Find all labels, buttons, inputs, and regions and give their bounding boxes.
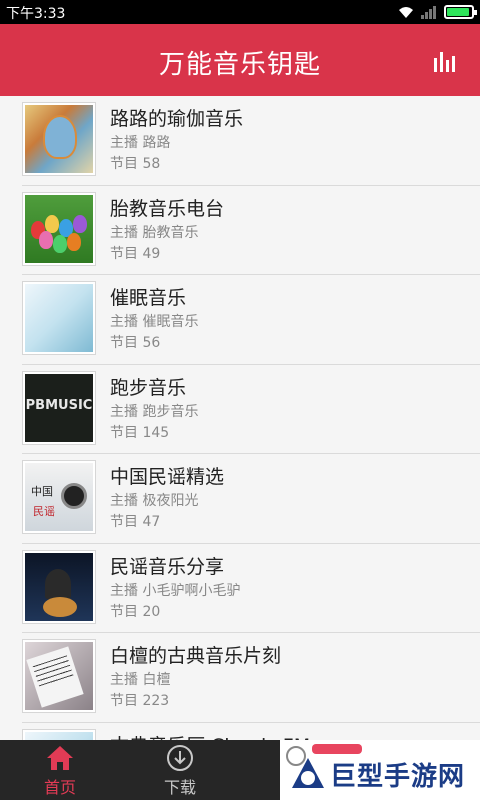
signal-icon	[421, 6, 436, 19]
station-title: 民谣音乐分享	[110, 555, 225, 578]
station-host: 主播 白檀	[110, 672, 171, 688]
station-cover	[22, 549, 96, 624]
classic-art-image	[25, 731, 93, 740]
station-title: 路路的瑜伽音乐	[110, 108, 244, 130]
station-title: 古典音乐厅 Classic FM	[110, 731, 310, 741]
station-count: 节目 20	[110, 603, 161, 620]
station-cover	[22, 639, 96, 713]
status-bar: 下午3:33	[0, 0, 480, 24]
thumb-text-china: 中国	[31, 485, 53, 498]
watermark-text: 巨型手游网	[330, 762, 466, 792]
station-count: 节目 47	[110, 514, 161, 530]
station-cover	[22, 102, 96, 176]
station-row[interactable]: PBMUSIC 跑步音乐 主播 跑步音乐 节目 145	[22, 365, 480, 454]
easter-eggs-image	[25, 194, 93, 263]
equalizer-icon[interactable]	[432, 50, 456, 72]
home-icon	[47, 746, 73, 770]
station-title: 跑步音乐	[110, 376, 187, 399]
station-host: 主播 跑步音乐	[110, 403, 199, 420]
frost-art-image	[25, 284, 93, 352]
station-row[interactable]: 中国 民谣 中国民谣精选 主播 极夜阳光 节目 47	[22, 454, 480, 544]
station-count: 节目 145	[110, 424, 170, 441]
guitarist-image	[25, 552, 93, 621]
station-host: 主播 催眠音乐	[110, 314, 199, 330]
thumb-text-folk: 民谣	[33, 505, 55, 518]
station-host: 主播 极夜阳光	[110, 493, 199, 509]
watermark-overlay: 巨型手游网	[280, 740, 480, 800]
station-row[interactable]: 催眠音乐 主播 催眠音乐 节目 56	[22, 275, 480, 365]
station-title: 胎教音乐电台	[110, 197, 225, 220]
download-icon	[167, 745, 193, 771]
station-cover	[22, 281, 96, 355]
battery-level	[447, 8, 469, 16]
folk-music-image: 中国 民谣	[25, 463, 93, 531]
station-count: 节目 56	[110, 335, 161, 351]
station-list[interactable]: 路路的瑜伽音乐 主播 路路 节目 58 胎教音乐电台 主播 胎教音乐 节目 49…	[0, 96, 480, 740]
station-title: 催眠音乐	[110, 287, 187, 309]
nav-home-label: 首页	[43, 778, 76, 797]
station-row[interactable]: 民谣音乐分享 主播 小毛驴啊小毛驴 节目 20	[22, 544, 480, 633]
nav-download[interactable]: 下载	[120, 740, 240, 800]
app-bar: 万能音乐钥匙	[0, 24, 480, 96]
station-row[interactable]: 胎教音乐电台 主播 胎教音乐 节目 49	[22, 186, 480, 275]
station-cover	[22, 728, 96, 740]
status-icons	[398, 4, 477, 20]
nav-download-label: 下载	[163, 778, 196, 797]
pbmusic-logo-image: PBMUSIC	[25, 373, 93, 442]
station-title: 中国民谣精选	[110, 466, 225, 488]
station-row[interactable]: 白檀的古典音乐片刻 主播 白檀 节目 223	[22, 633, 480, 723]
station-cover: PBMUSIC	[22, 370, 96, 445]
station-host: 主播 胎教音乐	[110, 224, 199, 241]
station-row[interactable]: 路路的瑜伽音乐 主播 路路 节目 58	[22, 96, 480, 186]
station-cover: 中国 民谣	[22, 460, 96, 534]
nav-home[interactable]: 首页	[0, 740, 120, 800]
station-host: 主播 路路	[110, 135, 171, 151]
status-time: 下午3:33	[6, 6, 66, 22]
station-title: 白檀的古典音乐片刻	[110, 645, 282, 667]
page-title: 万能音乐钥匙	[158, 50, 321, 80]
station-row[interactable]: 古典音乐厅 Classic FM	[22, 723, 480, 741]
station-cover	[22, 191, 96, 266]
sheet-music-image	[25, 642, 93, 710]
overlay-pink-bar	[312, 744, 362, 754]
pbmusic-logo-text: PBMUSIC	[25, 397, 93, 413]
wifi-icon	[399, 7, 413, 18]
battery-icon	[444, 5, 477, 19]
watermark-logo-icon	[292, 758, 324, 788]
station-host: 主播 小毛驴啊小毛驴	[110, 582, 241, 599]
station-count: 节目 58	[110, 156, 161, 172]
station-count: 节目 49	[110, 245, 161, 262]
station-count: 节目 223	[110, 693, 170, 709]
yoga-art-image	[25, 105, 93, 173]
